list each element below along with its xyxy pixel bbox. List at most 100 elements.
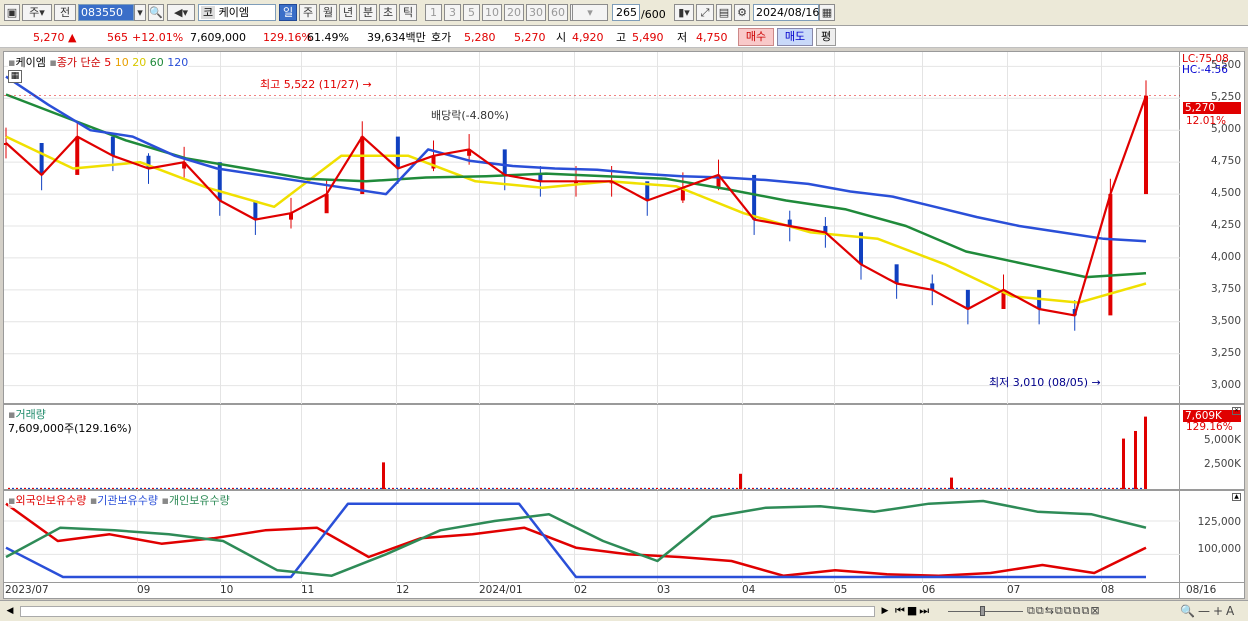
volume-bar bbox=[940, 487, 942, 489]
volume-bar bbox=[336, 487, 338, 489]
period-button-0[interactable]: 일 bbox=[279, 4, 297, 21]
volume-bar bbox=[44, 487, 46, 489]
volume-bar bbox=[1016, 487, 1018, 489]
gear-icon[interactable]: ⚙ bbox=[734, 4, 750, 21]
volume-bar bbox=[380, 487, 382, 489]
volume-tick-2500k: 2,500K bbox=[1204, 458, 1241, 470]
market-select[interactable]: 주▾ bbox=[22, 4, 52, 21]
calendar-icon[interactable]: ▦ bbox=[819, 4, 835, 21]
date-input[interactable]: 2024/08/16 bbox=[753, 4, 819, 21]
x-tick-12: 08 bbox=[1101, 584, 1115, 596]
panel-close-icon[interactable]: ✕ bbox=[1232, 407, 1241, 415]
prev-button[interactable]: 전 bbox=[54, 4, 76, 21]
period-button-2[interactable]: 월 bbox=[319, 4, 337, 21]
eval-button[interactable]: 평 bbox=[816, 28, 836, 46]
volume-bar bbox=[104, 487, 106, 489]
minute-button-3[interactable]: 3 bbox=[444, 4, 461, 21]
volume-bar bbox=[448, 487, 450, 489]
volume-bar bbox=[840, 487, 842, 489]
volume-bar bbox=[652, 487, 654, 489]
open-label: 시 bbox=[556, 31, 567, 44]
playback-controls[interactable]: ⏮■⏭ bbox=[895, 604, 931, 618]
grid-toggle-icon[interactable]: ▦ bbox=[8, 70, 22, 83]
minute-button-30[interactable]: 30 bbox=[526, 4, 546, 21]
count-input[interactable]: 265 bbox=[612, 4, 640, 21]
volume-bar bbox=[644, 487, 646, 489]
zoom-slider-thumb[interactable] bbox=[980, 606, 985, 616]
period-dropdown[interactable]: ▾ bbox=[572, 4, 608, 21]
ma-5-label: 5 bbox=[104, 56, 112, 69]
stock-name-field[interactable]: 코 케이엠 bbox=[198, 4, 276, 21]
ma-20-label: 20 bbox=[132, 56, 147, 69]
scroll-left-arrow[interactable]: ◀ bbox=[3, 605, 17, 618]
x-tick-11: 07 bbox=[1007, 584, 1021, 596]
minute-button-20[interactable]: 20 bbox=[504, 4, 524, 21]
volume-bar bbox=[568, 487, 570, 489]
minute-button-1[interactable]: 1 bbox=[425, 4, 442, 21]
buy-button[interactable]: 매수 bbox=[738, 28, 774, 46]
volume-bar bbox=[468, 487, 470, 489]
minute-button-60[interactable]: 60 bbox=[548, 4, 568, 21]
volume-bar bbox=[1036, 487, 1038, 489]
save-icon[interactable]: ▤ bbox=[716, 4, 732, 21]
volume-bar bbox=[812, 487, 814, 489]
volume-bar bbox=[596, 487, 598, 489]
tool-icons[interactable]: ⧉⧉⇆⧉⧉⧉⧉⊠ bbox=[1027, 604, 1101, 618]
volume-bar bbox=[300, 487, 302, 489]
x-axis: 2023/07 09 10 11 12 2024/01 02 03 04 05 06 07 08 bbox=[3, 583, 1180, 599]
candle-type-icon[interactable]: ▮▾ bbox=[674, 4, 694, 21]
sound-icon[interactable]: ◀▾ bbox=[167, 4, 195, 21]
volume-bar bbox=[288, 487, 290, 489]
volume-bar bbox=[176, 487, 178, 489]
stock-code-input[interactable]: 083550 bbox=[78, 4, 134, 21]
volume-bar bbox=[588, 487, 590, 489]
volume-bar bbox=[20, 487, 22, 489]
scroll-track[interactable] bbox=[20, 606, 875, 617]
volume-bar bbox=[712, 487, 714, 489]
volume-bar bbox=[1092, 487, 1094, 489]
minute-button-10[interactable]: 10 bbox=[482, 4, 502, 21]
volume-bar bbox=[564, 487, 566, 489]
institution-label: 기관보유수량 bbox=[97, 494, 159, 507]
period-button-4[interactable]: 분 bbox=[359, 4, 377, 21]
volume-bar bbox=[76, 487, 78, 489]
zoom-slider[interactable] bbox=[948, 611, 1023, 612]
volume-bar bbox=[332, 487, 334, 489]
minute-button-5[interactable]: 5 bbox=[463, 4, 480, 21]
volume-bar bbox=[620, 487, 622, 489]
volume-bar bbox=[1044, 487, 1046, 489]
volume-bar bbox=[864, 487, 866, 489]
window-menu-icon[interactable]: ▣ bbox=[4, 4, 20, 21]
volume-bar bbox=[820, 487, 822, 489]
volume-bar bbox=[536, 487, 538, 489]
panel-expand-icon[interactable]: ▲ bbox=[1232, 493, 1241, 501]
x-axis-end: 08/16 bbox=[1180, 583, 1245, 599]
holdings-tick-125000: 125,000 bbox=[1197, 516, 1241, 528]
search-icon[interactable]: 🔍 bbox=[148, 4, 164, 21]
candle-body bbox=[502, 149, 507, 175]
period-button-3[interactable]: 년 bbox=[339, 4, 357, 21]
code-dropdown-icon[interactable]: ▾ bbox=[134, 4, 146, 21]
volume-chart[interactable] bbox=[4, 405, 1181, 491]
price-tick-8: 3,500 bbox=[1210, 314, 1241, 327]
volume-bar bbox=[388, 487, 390, 489]
scroll-right-arrow[interactable]: ▶ bbox=[878, 605, 892, 618]
volume-bar bbox=[604, 487, 606, 489]
volume-bar bbox=[788, 487, 790, 489]
volume-bar bbox=[124, 487, 126, 489]
period-button-1[interactable]: 주 bbox=[299, 4, 317, 21]
volume-bar bbox=[924, 487, 926, 489]
period-button-6[interactable]: 틱 bbox=[399, 4, 417, 21]
volume-bar bbox=[236, 487, 238, 489]
volume-bar bbox=[628, 487, 630, 489]
period-button-5[interactable]: 초 bbox=[379, 4, 397, 21]
volume-spike bbox=[382, 462, 385, 489]
volume-bar bbox=[700, 487, 702, 489]
sell-button[interactable]: 매도 bbox=[777, 28, 813, 46]
indicator-icon[interactable]: ⤢ bbox=[696, 4, 714, 21]
volume-bar bbox=[916, 487, 918, 489]
price-chart[interactable] bbox=[4, 52, 1181, 405]
volume-bar bbox=[648, 487, 650, 489]
zoom-icons[interactable]: 🔍—+A bbox=[1180, 604, 1237, 618]
volume-bar bbox=[884, 487, 886, 489]
